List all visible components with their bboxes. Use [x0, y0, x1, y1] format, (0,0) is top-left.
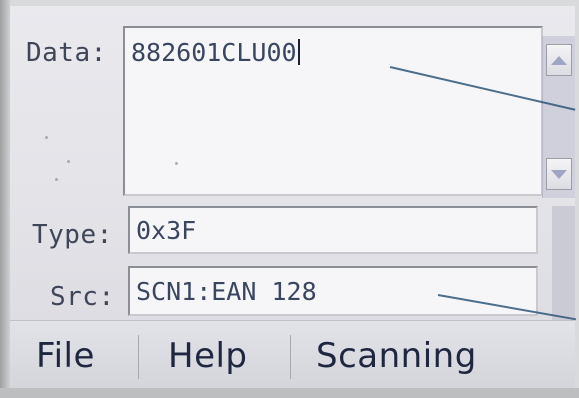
device-bezel-bottom — [0, 388, 579, 398]
menu-separator — [290, 335, 291, 379]
src-value: SCN1:EAN 128 — [136, 277, 317, 306]
menu-separator — [138, 335, 139, 379]
type-value: 0x3F — [136, 216, 197, 245]
type-field[interactable]: 0x3F — [128, 206, 538, 254]
text-caret — [297, 39, 300, 65]
device-bezel — [0, 0, 10, 398]
triangle-down-icon — [551, 169, 567, 179]
scanner-screen: Data: 882601CLU00 Type: 0x3F Src: SCN1:E… — [10, 6, 577, 336]
side-panel — [552, 206, 575, 331]
src-field[interactable]: SCN1:EAN 128 — [128, 266, 538, 316]
menu-file[interactable]: File — [36, 331, 95, 381]
data-label: Data: — [26, 38, 107, 68]
scroll-down-button[interactable] — [546, 158, 572, 190]
scroll-up-button[interactable] — [546, 44, 572, 76]
data-scrollbar[interactable] — [542, 36, 575, 198]
src-label: Src: — [50, 282, 115, 312]
menu-scanning[interactable]: Scanning — [316, 331, 477, 381]
triangle-up-icon — [551, 55, 567, 65]
menu-help[interactable]: Help — [168, 331, 248, 381]
menu-bar: File Help Scanning — [10, 320, 575, 393]
data-value-line: 882601CLU00 — [131, 38, 300, 67]
type-label: Type: — [32, 220, 113, 250]
data-textarea[interactable]: 882601CLU00 — [45, 26, 543, 196]
data-value: 882601CLU00 — [131, 38, 297, 67]
